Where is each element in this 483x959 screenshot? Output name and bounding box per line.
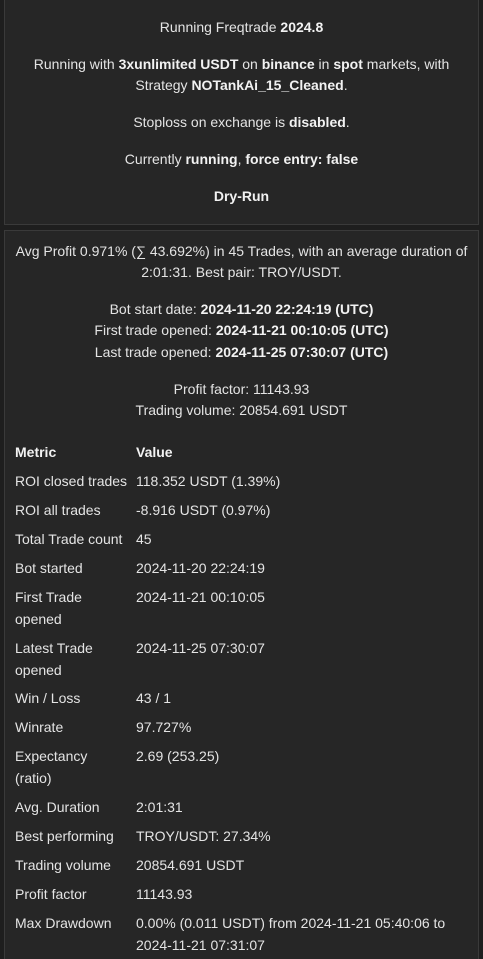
value-cell: 45 [136,531,152,547]
avg-profit-line: Avg Profit 0.971% (∑ 43.692%) in 45 Trad… [15,243,468,259]
bot-start-line: Bot start date: 2024-11-20 22:24:19 (UTC… [5,299,478,320]
profit-factor-line: Profit factor: 11143.93 [173,381,310,397]
stoploss-line: Stoploss on exchange is disabled. [5,112,478,133]
value-cell-line: 0.00% (0.011 USDT) from 2024-11-21 05:40… [136,915,446,931]
strategy-label: Strategy [135,77,188,93]
markets-with-text: markets, with [366,56,450,72]
strategy-line: Strategy NOTankAi_15_Cleaned. [5,75,478,96]
metric-cell: Winrate [15,719,64,735]
performance-panel: Avg Profit 0.971% (∑ 43.692%) in 45 Trad… [4,230,479,959]
strategy-name: NOTankAi_15_Cleaned [191,77,344,93]
metric-cell: Bot started [15,560,83,576]
value-cell: 2024-11-25 07:30:07 [136,640,265,656]
dry-run-line: Dry-Run [5,186,478,207]
stake-currency: 3xunlimited USDT [118,56,239,72]
bot-state: running [185,151,238,167]
running-with-text: Running with [33,56,115,72]
metric-cell: Best performing [15,828,114,844]
metric-cell-line: (ratio) [15,770,52,786]
first-trade-line: First trade opened: 2024-11-21 00:10:05 … [5,320,478,341]
period: . [343,77,348,93]
value-cell-line: 2024-11-21 07:31:07 [136,937,265,953]
last-trade-label: Last trade opened: [94,344,212,360]
bot-status-panel: Running Freqtrade 2024.8 Running with 3x… [4,0,479,225]
metric-cell: Max Drawdown [15,915,112,931]
metric-cell-line: opened [15,662,62,678]
version: 2024.8 [280,19,324,35]
metric-cell: Total Trade count [15,531,123,547]
value-cell: 11143.93 [136,886,193,902]
value-column-header: Value [136,444,173,460]
value-cell: 2024-11-20 22:24:19 [136,560,265,576]
version-line: Running Freqtrade 2024.8 [5,17,478,38]
metric-cell: Avg. Duration [15,799,100,815]
avg-duration-line: 2:01:31. Best pair: TROY/USDT. [141,264,342,280]
stoploss-status: disabled [288,114,346,130]
value-cell: 2.69 (253.25) [136,748,220,764]
value-cell: 0.00% (0.011 USDT) from 2024-11-21 05:40… [136,912,475,956]
metric-cell: Latest Trade opened [15,637,133,681]
period: . [345,114,350,130]
metric-cell-line: First Trade [15,589,82,605]
metric-cell: Expectancy (ratio) [15,745,133,789]
metric-cell: ROI closed trades [15,473,128,489]
metric-cell-line: Expectancy [15,748,88,764]
last-trade-value: 2024-11-25 07:30:07 (UTC) [215,344,389,360]
value-cell: 2:01:31 [136,799,183,815]
trading-volume-line: Trading volume: 20854.691 USDT [135,402,348,418]
metric-cell: First Trade opened [15,586,133,630]
value-cell: 43 / 1 [136,690,172,706]
currently-text: Currently [124,151,182,167]
value-cell: 20854.691 USDT [136,857,245,873]
first-trade-label: First trade opened: [94,322,212,338]
metric-cell-line: opened [15,611,62,627]
exchange-name: binance [261,56,315,72]
metric-cell-line: Latest Trade [15,640,93,656]
value-cell: TROY/USDT: 27.34% [136,828,271,844]
running-prefix: Running Freqtrade [159,19,277,35]
metric-cell: Trading volume [15,857,111,873]
metric-column-header: Metric [15,444,57,460]
metric-cell: ROI all trades [15,502,101,518]
value-cell: 118.352 USDT (1.39%) [136,473,281,489]
value-cell: -8.916 USDT (0.97%) [136,502,271,518]
first-trade-value: 2024-11-21 00:10:05 (UTC) [215,322,389,338]
in-text: in [318,56,330,72]
bot-start-value: 2024-11-20 22:24:19 (UTC) [200,301,374,317]
force-entry: force entry: false [245,151,359,167]
market-type: spot [333,56,363,72]
state-line: Currently running, force entry: false [124,151,359,167]
dry-run-badge: Dry-Run [213,188,270,204]
stoploss-text: Stoploss on exchange is [133,114,286,130]
value-cell: 2024-11-21 00:10:05 [136,589,265,605]
metric-cell: Win / Loss [15,690,81,706]
bot-start-label: Bot start date: [109,301,197,317]
value-cell: 97.727% [136,719,192,735]
metric-cell: Profit factor [15,886,87,902]
last-trade-line: Last trade opened: 2024-11-25 07:30:07 (… [5,342,478,363]
running-with-line: Running with 3xunlimited USDT on binance… [5,54,478,75]
on-text: on [242,56,258,72]
